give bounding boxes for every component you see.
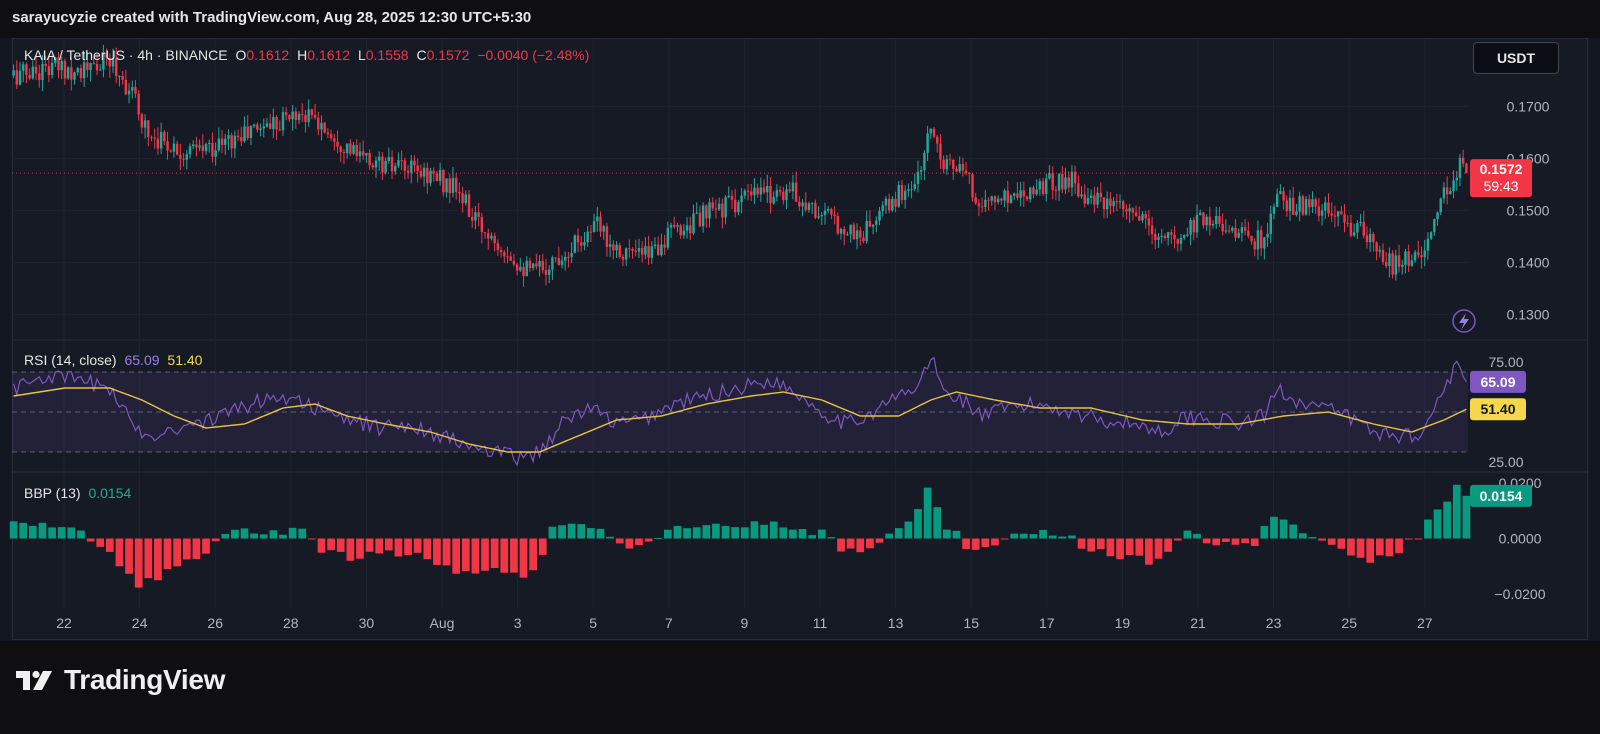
top-bar: sarayucyzie created with TradingView.com… xyxy=(0,0,1600,38)
tradingview-logo-icon xyxy=(16,670,52,690)
change-value: −0.0040 (−2.48%) xyxy=(477,47,590,63)
open-label: O xyxy=(235,47,247,63)
currency-button[interactable]: USDT xyxy=(1473,42,1559,74)
symbol-legend[interactable]: KAIA / TetherUS · 4h · BINANCE O0.1612 H… xyxy=(24,47,593,63)
low-label: L xyxy=(357,47,366,63)
low-value: 0.1558 xyxy=(365,47,409,63)
chart-frame[interactable] xyxy=(12,38,1588,640)
high-label: H xyxy=(297,47,308,63)
close-label: C xyxy=(416,47,427,63)
bbp-value: 0.0154 xyxy=(88,485,132,501)
tradingview-logo-text: TradingView xyxy=(64,664,226,695)
high-value: 0.1612 xyxy=(307,47,351,63)
close-value: 0.1572 xyxy=(426,47,470,63)
rsi-ma-value: 51.40 xyxy=(167,352,203,368)
symbol-name[interactable]: KAIA / TetherUS · 4h · BINANCE xyxy=(24,47,228,63)
tradingview-logo[interactable]: TradingView xyxy=(16,664,225,696)
bbp-title: BBP (13) xyxy=(24,485,81,501)
chart-credit: sarayucyzie created with TradingView.com… xyxy=(12,9,532,26)
bbp-legend[interactable]: BBP (13) 0.0154 xyxy=(24,485,135,501)
open-value: 0.1612 xyxy=(246,47,290,63)
rsi-legend[interactable]: RSI (14, close) 65.09 51.40 xyxy=(24,352,206,368)
bottom-bar xyxy=(0,641,1600,734)
rsi-value: 65.09 xyxy=(124,352,160,368)
rsi-title: RSI (14, close) xyxy=(24,352,117,368)
